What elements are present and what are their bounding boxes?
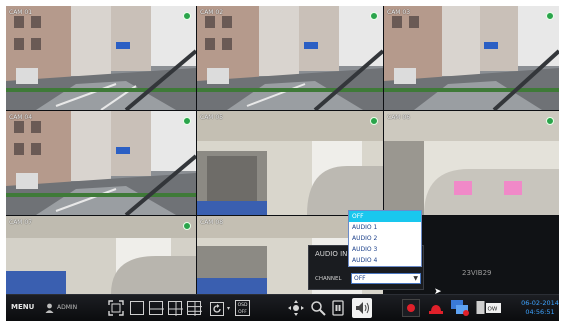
- dvr-screen: CAM 01 CAM 02 CAM 03 CAM 04 CAM 05 CAM 0…: [6, 6, 559, 321]
- channel-label: CHANNEL: [315, 276, 342, 282]
- user-icon: [45, 303, 54, 313]
- osd-toggle-button[interactable]: OSD OFF: [235, 300, 250, 316]
- camera-feed-indoor: [197, 111, 383, 215]
- dropdown-option-audio-1[interactable]: AUDIO 1: [349, 222, 421, 233]
- camera-overlay-text: 23VIB29: [462, 269, 492, 277]
- bottom-toolbar: MENU ADMIN ▾ OSD OFF OW 06-02-2014 04:56…: [6, 294, 559, 321]
- layout-quad-split-button[interactable]: [149, 301, 164, 315]
- network-icon[interactable]: [450, 299, 470, 317]
- camera-tile-1[interactable]: CAM 01: [6, 6, 196, 110]
- dropdown-option-audio-2[interactable]: AUDIO 2: [349, 233, 421, 244]
- camera-label: CAM 04: [9, 114, 33, 121]
- dropdown-option-audio-3[interactable]: AUDIO 3: [349, 244, 421, 255]
- date-display: 06-02-2014: [521, 299, 559, 307]
- ptz-control-icon[interactable]: [288, 300, 304, 316]
- camera-tile-2[interactable]: CAM 02: [197, 6, 383, 110]
- camera-feed-street: [6, 111, 196, 215]
- chevron-down-icon[interactable]: ▼: [413, 274, 418, 283]
- dropdown-option-audio-4[interactable]: AUDIO 4: [349, 255, 421, 266]
- svg-text:OW: OW: [488, 307, 498, 313]
- camera-feed-indoor: [384, 111, 559, 215]
- zoom-icon[interactable]: [310, 300, 326, 316]
- camera-feed-indoor: [6, 216, 196, 294]
- camera-label: CAM 06: [387, 114, 411, 121]
- camera-connected-icon: [370, 12, 378, 20]
- sequence-dropdown-icon[interactable]: ▾: [227, 305, 230, 312]
- camera-feed-street: [197, 6, 383, 110]
- camera-label: CAM 05: [200, 114, 224, 121]
- camera-connected-icon: [370, 117, 378, 125]
- time-display: 04:56:51: [525, 308, 555, 316]
- record-button[interactable]: [402, 299, 420, 317]
- camera-tile-7[interactable]: CAM 07: [6, 216, 196, 294]
- audio-channel-select[interactable]: OFF ▼: [351, 273, 421, 284]
- audio-dropdown-list: OFF AUDIO 1 AUDIO 2 AUDIO 3 AUDIO 4: [348, 210, 422, 267]
- camera-label: CAM 01: [9, 9, 33, 16]
- camera-connected-icon: [183, 117, 191, 125]
- dropdown-option-off[interactable]: OFF: [349, 211, 421, 222]
- camera-label: CAM 02: [200, 9, 224, 16]
- layout-single-button[interactable]: [130, 301, 144, 315]
- camera-label: CAM 08: [200, 219, 224, 226]
- layout-nine-button[interactable]: [187, 301, 202, 316]
- camera-connected-icon: [546, 12, 554, 20]
- speaker-icon: [356, 302, 369, 314]
- record-icon: [407, 304, 415, 312]
- sequence-icon[interactable]: [210, 301, 226, 316]
- hdd-overwrite-icon[interactable]: OW: [476, 300, 502, 316]
- layout-quad-button[interactable]: [168, 301, 183, 316]
- camera-connected-icon: [183, 12, 191, 20]
- camera-label: CAM 07: [9, 219, 33, 226]
- menu-button[interactable]: MENU: [11, 303, 34, 311]
- camera-connected-icon: [546, 117, 554, 125]
- freeze-icon[interactable]: [331, 300, 345, 316]
- camera-tile-5[interactable]: CAM 05: [197, 111, 383, 215]
- camera-label: CAM 03: [387, 9, 411, 16]
- logged-in-user: ADMIN: [57, 304, 78, 311]
- camera-feed-street: [384, 6, 559, 110]
- camera-tile-4[interactable]: CAM 04: [6, 111, 196, 215]
- audio-button[interactable]: [352, 298, 372, 318]
- camera-tile-6[interactable]: CAM 06: [384, 111, 559, 215]
- camera-feed-street: [6, 6, 196, 110]
- alarm-icon[interactable]: [428, 299, 444, 317]
- camera-tile-3[interactable]: CAM 03: [384, 6, 559, 110]
- camera-connected-icon: [183, 222, 191, 230]
- fullscreen-icon[interactable]: [108, 300, 124, 316]
- select-value: OFF: [354, 275, 366, 282]
